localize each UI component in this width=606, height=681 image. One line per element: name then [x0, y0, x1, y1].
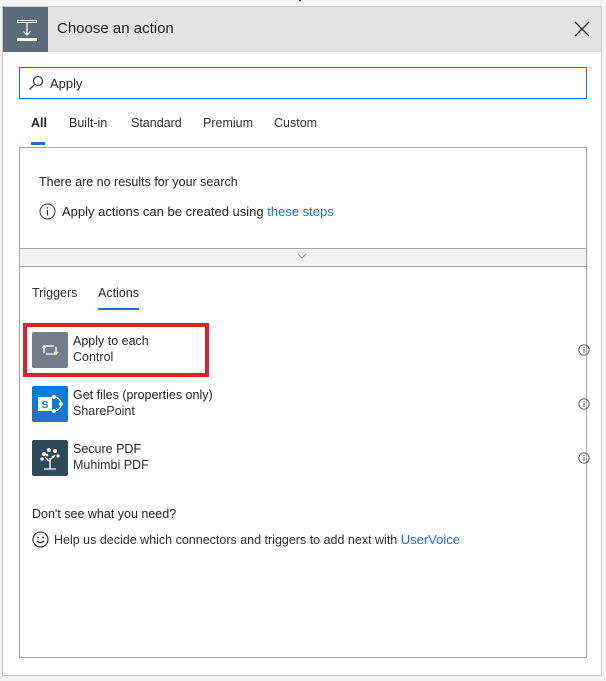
tab-custom[interactable]: Custom: [274, 116, 317, 130]
action-connector: Control: [73, 350, 114, 364]
sub-tab-active-indicator: [98, 308, 139, 310]
no-results-message: There are no results for your search: [39, 175, 238, 189]
uservoice-link[interactable]: UserVoice: [401, 532, 460, 547]
these-steps-link[interactable]: these steps: [267, 204, 334, 219]
action-title: Apply to each: [73, 334, 149, 348]
tab-all[interactable]: All: [31, 116, 47, 130]
dialog-header: Choose an action: [3, 7, 601, 52]
chevron-down-icon: [297, 253, 307, 259]
tab-active-indicator: [31, 142, 45, 145]
action-item[interactable]: S Get files (properties only) SharePoint: [32, 386, 590, 424]
info-text: Apply actions can be created using: [62, 204, 268, 219]
info-icon[interactable]: [578, 452, 590, 464]
collapse-toggle[interactable]: [20, 248, 586, 267]
sharepoint-icon: S: [32, 386, 68, 422]
action-connector: SharePoint: [73, 404, 135, 418]
svg-text:S: S: [42, 400, 49, 411]
tab-built-in[interactable]: Built-in: [69, 116, 107, 130]
info-icon[interactable]: [578, 344, 590, 356]
tab-premium[interactable]: Premium: [203, 116, 253, 130]
action-title: Get files (properties only): [73, 388, 213, 402]
feedback-line: Help us decide which connectors and trig…: [32, 531, 460, 548]
muhimbi-tree-icon: [32, 440, 68, 476]
search-box[interactable]: [19, 67, 587, 99]
search-input[interactable]: [50, 74, 570, 92]
close-icon[interactable]: [573, 20, 591, 38]
action-connector: Muhimbi PDF: [73, 458, 149, 472]
no-results-info: Apply actions can be created using these…: [39, 203, 334, 220]
choose-action-dialog: Choose an action All Built-in Standard P…: [2, 6, 602, 676]
info-icon[interactable]: [578, 398, 590, 410]
results-panel: There are no results for your search App…: [19, 147, 590, 658]
action-title: Secure PDF: [73, 442, 142, 456]
dont-see-heading: Don't see what you need?: [32, 507, 177, 521]
loop-icon: [32, 332, 68, 368]
tab-triggers[interactable]: Triggers: [32, 286, 77, 300]
search-icon: [29, 75, 44, 90]
dialog-title: Choose an action: [57, 20, 174, 37]
smiley-icon: [32, 531, 49, 548]
action-item[interactable]: Apply to each Control: [32, 332, 590, 370]
operation-step-icon: [3, 7, 48, 52]
info-icon: [39, 203, 56, 220]
tab-actions[interactable]: Actions: [98, 286, 139, 300]
action-item[interactable]: Secure PDF Muhimbi PDF: [32, 440, 590, 478]
feedback-text: Help us decide which connectors and trig…: [54, 533, 401, 547]
tab-standard[interactable]: Standard: [131, 116, 182, 130]
